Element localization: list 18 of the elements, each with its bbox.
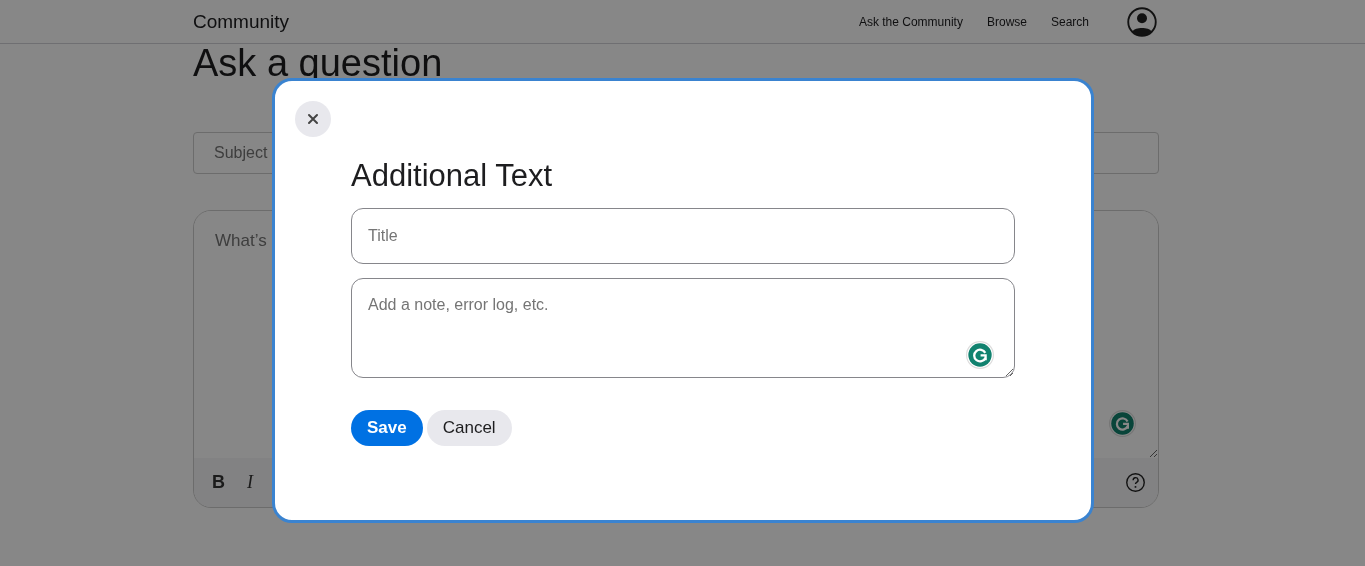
assistant-badge-icon [1109, 410, 1136, 437]
close-button[interactable] [295, 101, 331, 137]
title-field[interactable]: Title [351, 208, 1015, 264]
assistant-badge-icon [966, 341, 994, 369]
site-title[interactable]: Community [193, 10, 290, 33]
nav-link[interactable]: Browse [986, 14, 1027, 29]
nav-link[interactable]: Ask the Community [858, 14, 963, 29]
page-title: Ask a question [193, 44, 444, 80]
close-icon [305, 111, 321, 127]
dialog-title: Additional Text [351, 157, 554, 195]
italic-button[interactable]: I [247, 472, 253, 493]
save-button[interactable]: Save [351, 410, 423, 446]
nav-link[interactable]: Search [1050, 14, 1089, 29]
cancel-button[interactable]: Cancel [426, 410, 512, 446]
note-field[interactable]: Add a note, error log, etc. [351, 278, 1015, 378]
bold-button[interactable]: B [212, 472, 225, 493]
help-icon [1125, 472, 1146, 493]
account-icon[interactable] [1127, 6, 1157, 37]
